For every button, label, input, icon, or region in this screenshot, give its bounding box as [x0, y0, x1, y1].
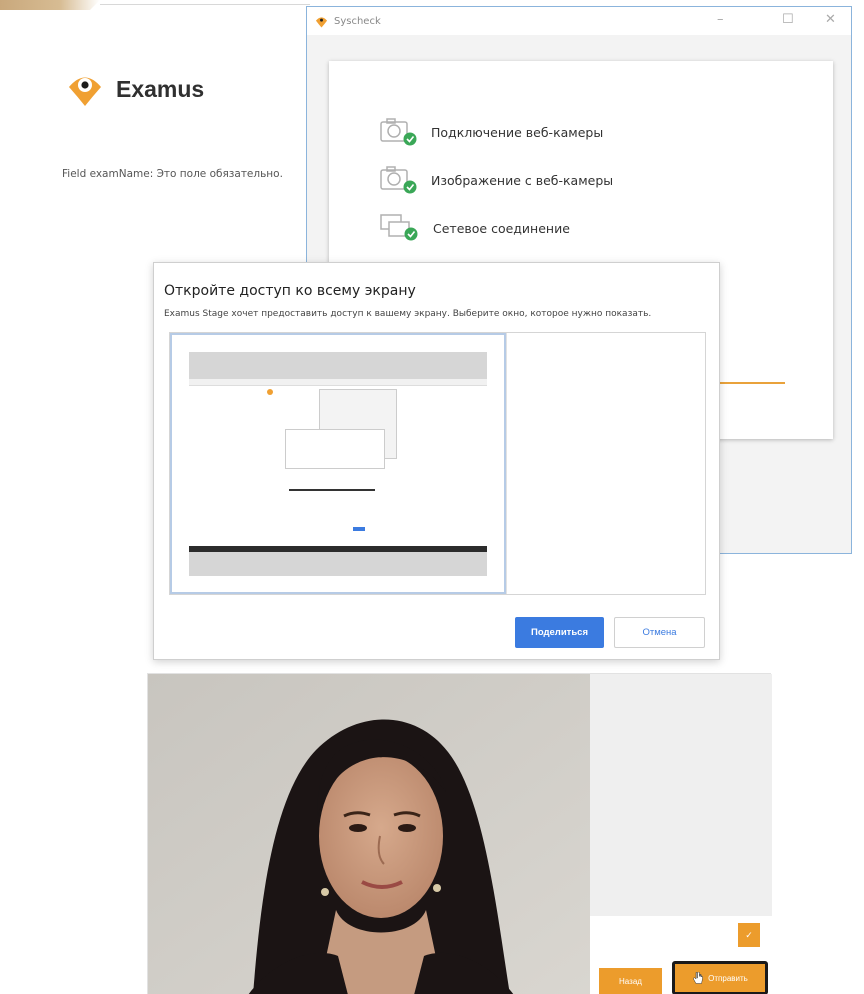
check-label-network: Сетевое соединение: [433, 220, 570, 236]
camera-check-icon: [380, 166, 417, 194]
share-dialog-title: Откройте доступ ко всему экрану: [164, 283, 416, 299]
thumbnail-logo-dot: [267, 389, 273, 395]
camera-check-icon: [380, 118, 417, 146]
share-dialog-description: Examus Stage хочет предоставить доступ к…: [164, 309, 652, 319]
syscheck-title: Syscheck: [334, 15, 381, 27]
back-button[interactable]: Назад: [599, 968, 662, 994]
examus-logo-text: Examus: [116, 75, 205, 102]
send-button[interactable]: Отправить: [672, 961, 768, 994]
top-left-accent: [0, 0, 100, 10]
examus-logo: Examus: [66, 70, 204, 108]
syscheck-app-icon: [315, 16, 328, 28]
minimize-icon[interactable]: –: [717, 12, 724, 27]
thumbnail-line: [289, 489, 375, 491]
maximize-icon[interactable]: ☐: [782, 12, 794, 27]
screen-selection-panel: [169, 332, 706, 595]
webcam-video-feed: [148, 674, 590, 994]
check-item-webcam-image: Изображение с веб-камеры: [379, 165, 613, 195]
thumbnail-dialog: [285, 429, 385, 469]
syscheck-titlebar: Syscheck – ☐ ✕: [307, 7, 851, 35]
webcam-person-image: [148, 674, 590, 994]
network-check-icon: [380, 214, 418, 241]
thumbnail-content: [189, 379, 487, 546]
eye-logo-icon: [69, 77, 101, 106]
share-screen-dialog: Откройте доступ ко всему экрану Examus S…: [153, 262, 720, 660]
check-item-webcam-connection: Подключение веб-камеры: [379, 117, 603, 147]
confirm-small-button[interactable]: ✓: [738, 923, 760, 947]
close-icon[interactable]: ✕: [825, 12, 836, 27]
send-button-label: Отправить: [708, 973, 748, 983]
screen-option-empty: [506, 333, 705, 594]
check-label-webcam-connection: Подключение веб-камеры: [431, 124, 604, 140]
cancel-button[interactable]: Отмена: [614, 617, 705, 648]
screen-option-entire-screen[interactable]: [170, 333, 506, 594]
hand-cursor-icon: [693, 971, 703, 984]
screen-thumbnail: [189, 352, 487, 576]
field-error-message: Field examName: Это поле обязательно.: [62, 168, 283, 180]
top-divider: [100, 4, 310, 5]
share-button[interactable]: Поделиться: [515, 617, 604, 648]
webcam-panel: ✓ Назад Отправить: [147, 673, 772, 994]
thumbnail-button: [353, 527, 365, 531]
thumbnail-taskbar: [189, 546, 487, 552]
thumbnail-browser-bar: [189, 379, 487, 386]
check-label-webcam-image: Изображение с веб-камеры: [431, 172, 614, 188]
check-item-network: Сетевое соединение: [379, 213, 570, 243]
